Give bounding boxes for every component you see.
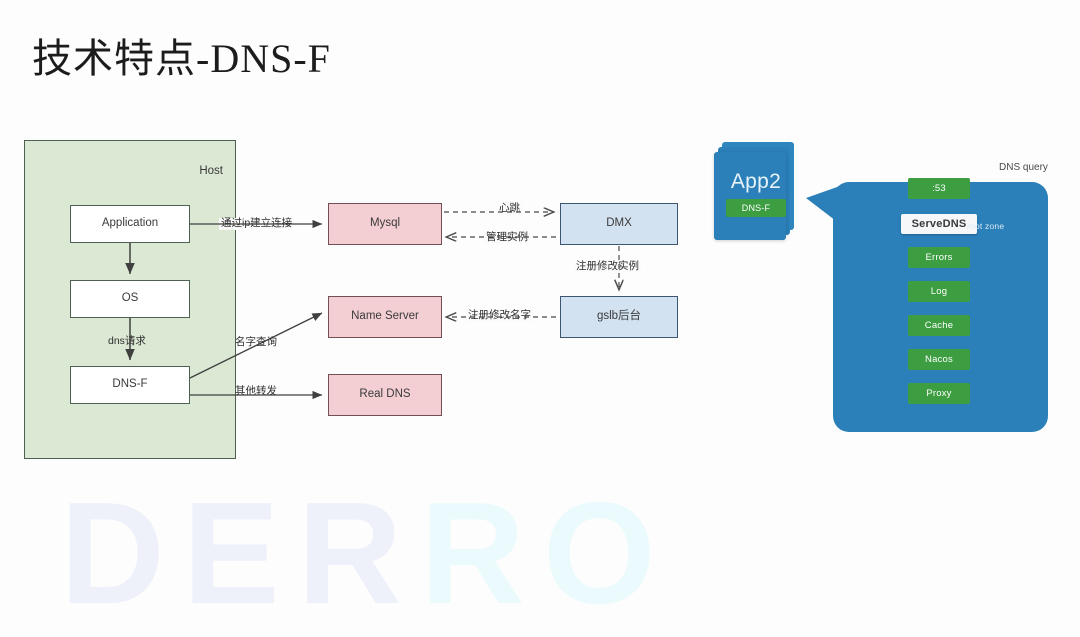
chain-node-nacos[interactable]: Nacos bbox=[908, 349, 970, 370]
watermark: DERRO bbox=[60, 470, 674, 637]
edge-label-mysql-to-dmx: 心跳 bbox=[497, 202, 522, 215]
node-dns-f-label: DNS-F bbox=[112, 378, 148, 391]
chain-node-proxy[interactable]: Proxy bbox=[908, 383, 970, 404]
node-mysql[interactable]: Mysql bbox=[328, 203, 442, 245]
edge-label-gslb-to-ns: 注册修改名字 bbox=[466, 309, 533, 322]
chain-node-errors[interactable]: Errors bbox=[908, 247, 970, 268]
edge-label-dmx-to-gslb: 注册修改实例 bbox=[574, 260, 641, 273]
edge-label-os-to-dnsf: dns请求 bbox=[106, 335, 148, 348]
chain-node-proxy-label: Proxy bbox=[926, 388, 952, 399]
page-title: 技术特点-DNS-F bbox=[32, 36, 331, 81]
node-gslb-label: gslb后台 bbox=[596, 310, 642, 323]
app-stack-label: App2 bbox=[730, 170, 782, 193]
chain-node-cache[interactable]: Cache bbox=[908, 315, 970, 336]
node-real-dns[interactable]: Real DNS bbox=[328, 374, 442, 416]
node-name-server-label: Name Server bbox=[351, 310, 419, 323]
slide-canvas: 技术特点-DNS-F DERRO Host Application OS DNS… bbox=[0, 0, 1080, 634]
node-dmx-label: DMX bbox=[606, 217, 632, 230]
edge-label-dmx-to-mysql: 管理实例 bbox=[484, 231, 530, 244]
chain-node-nacos-label: Nacos bbox=[925, 354, 953, 365]
chain-node-log[interactable]: Log bbox=[908, 281, 970, 302]
dns-query-label: DNS query bbox=[999, 162, 1048, 173]
chain-node-servedns[interactable]: ServeDNS bbox=[901, 214, 977, 234]
app-stack-card-front[interactable] bbox=[714, 152, 786, 240]
chain-node-cache-label: Cache bbox=[924, 320, 954, 331]
node-gslb[interactable]: gslb后台 bbox=[560, 296, 678, 338]
node-dmx[interactable]: DMX bbox=[560, 203, 678, 245]
app-dnsf-badge: DNS-F bbox=[726, 199, 786, 217]
node-mysql-label: Mysql bbox=[369, 217, 401, 230]
root-zone-label: root zone bbox=[967, 221, 1005, 231]
node-application[interactable]: Application bbox=[70, 205, 190, 243]
node-real-dns-label: Real DNS bbox=[359, 388, 411, 401]
edge-label-app-to-mysql: 通过ip建立连接 bbox=[219, 217, 295, 230]
chain-node-servedns-label: ServeDNS bbox=[911, 218, 967, 230]
edge-label-dnsf-to-realdns: 其他转发 bbox=[235, 385, 277, 397]
watermark-part1: DER bbox=[60, 472, 421, 634]
node-name-server[interactable]: Name Server bbox=[328, 296, 442, 338]
node-dns-f[interactable]: DNS-F bbox=[70, 366, 190, 404]
watermark-part2: RO bbox=[420, 472, 674, 634]
chain-node-log-label: Log bbox=[930, 286, 948, 297]
node-application-label: Application bbox=[101, 217, 159, 230]
chain-node-errors-label: Errors bbox=[925, 252, 953, 263]
chain-node-port-53[interactable]: :53 bbox=[908, 178, 970, 199]
edge-label-dnsf-to-ns: 名字查询 bbox=[235, 336, 277, 348]
node-os-label: OS bbox=[121, 292, 139, 305]
node-os[interactable]: OS bbox=[70, 280, 190, 318]
chain-node-port-53-label: :53 bbox=[932, 183, 946, 194]
host-label: Host bbox=[199, 165, 223, 177]
